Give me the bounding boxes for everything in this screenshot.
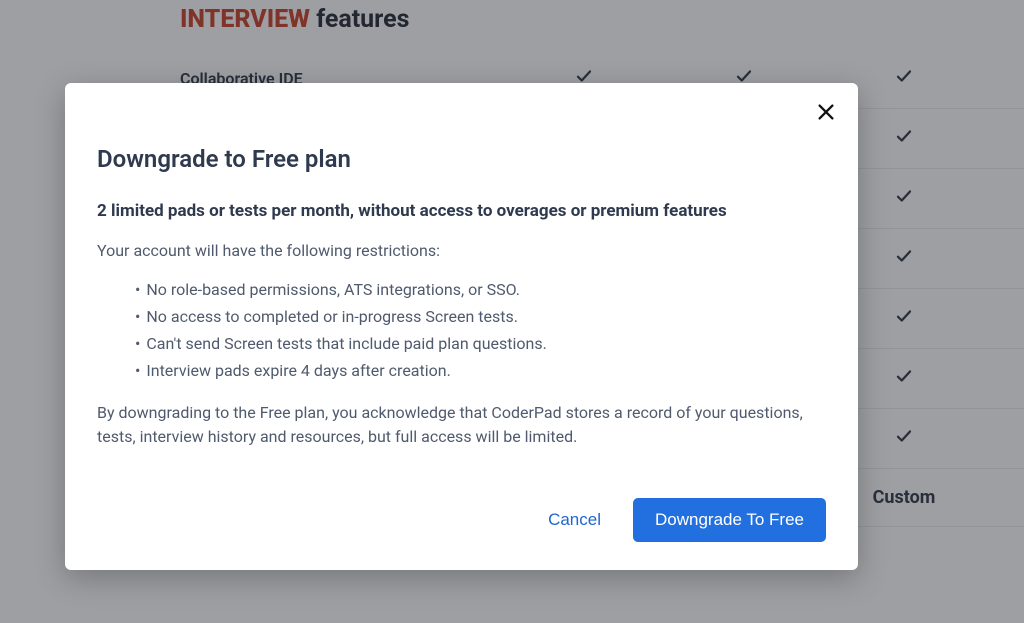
close-icon — [815, 101, 837, 126]
downgrade-confirm-button[interactable]: Downgrade To Free — [633, 498, 826, 542]
restriction-item: No access to completed or in-progress Sc… — [135, 303, 826, 330]
restrictions-list: No role-based permissions, ATS integrati… — [97, 276, 826, 385]
restriction-item: No role-based permissions, ATS integrati… — [135, 276, 826, 303]
modal-actions: Cancel Downgrade To Free — [97, 498, 826, 542]
modal-intro: Your account will have the following res… — [97, 239, 826, 264]
restriction-item: Can't send Screen tests that include pai… — [135, 330, 826, 357]
close-button[interactable] — [812, 99, 840, 127]
modal-subtitle: 2 limited pads or tests per month, witho… — [97, 201, 826, 221]
modal-title: Downgrade to Free plan — [97, 145, 826, 173]
downgrade-modal: Downgrade to Free plan 2 limited pads or… — [65, 83, 858, 570]
restriction-item: Interview pads expire 4 days after creat… — [135, 357, 826, 384]
cancel-button[interactable]: Cancel — [544, 500, 605, 540]
modal-acknowledgement: By downgrading to the Free plan, you ack… — [97, 401, 826, 451]
